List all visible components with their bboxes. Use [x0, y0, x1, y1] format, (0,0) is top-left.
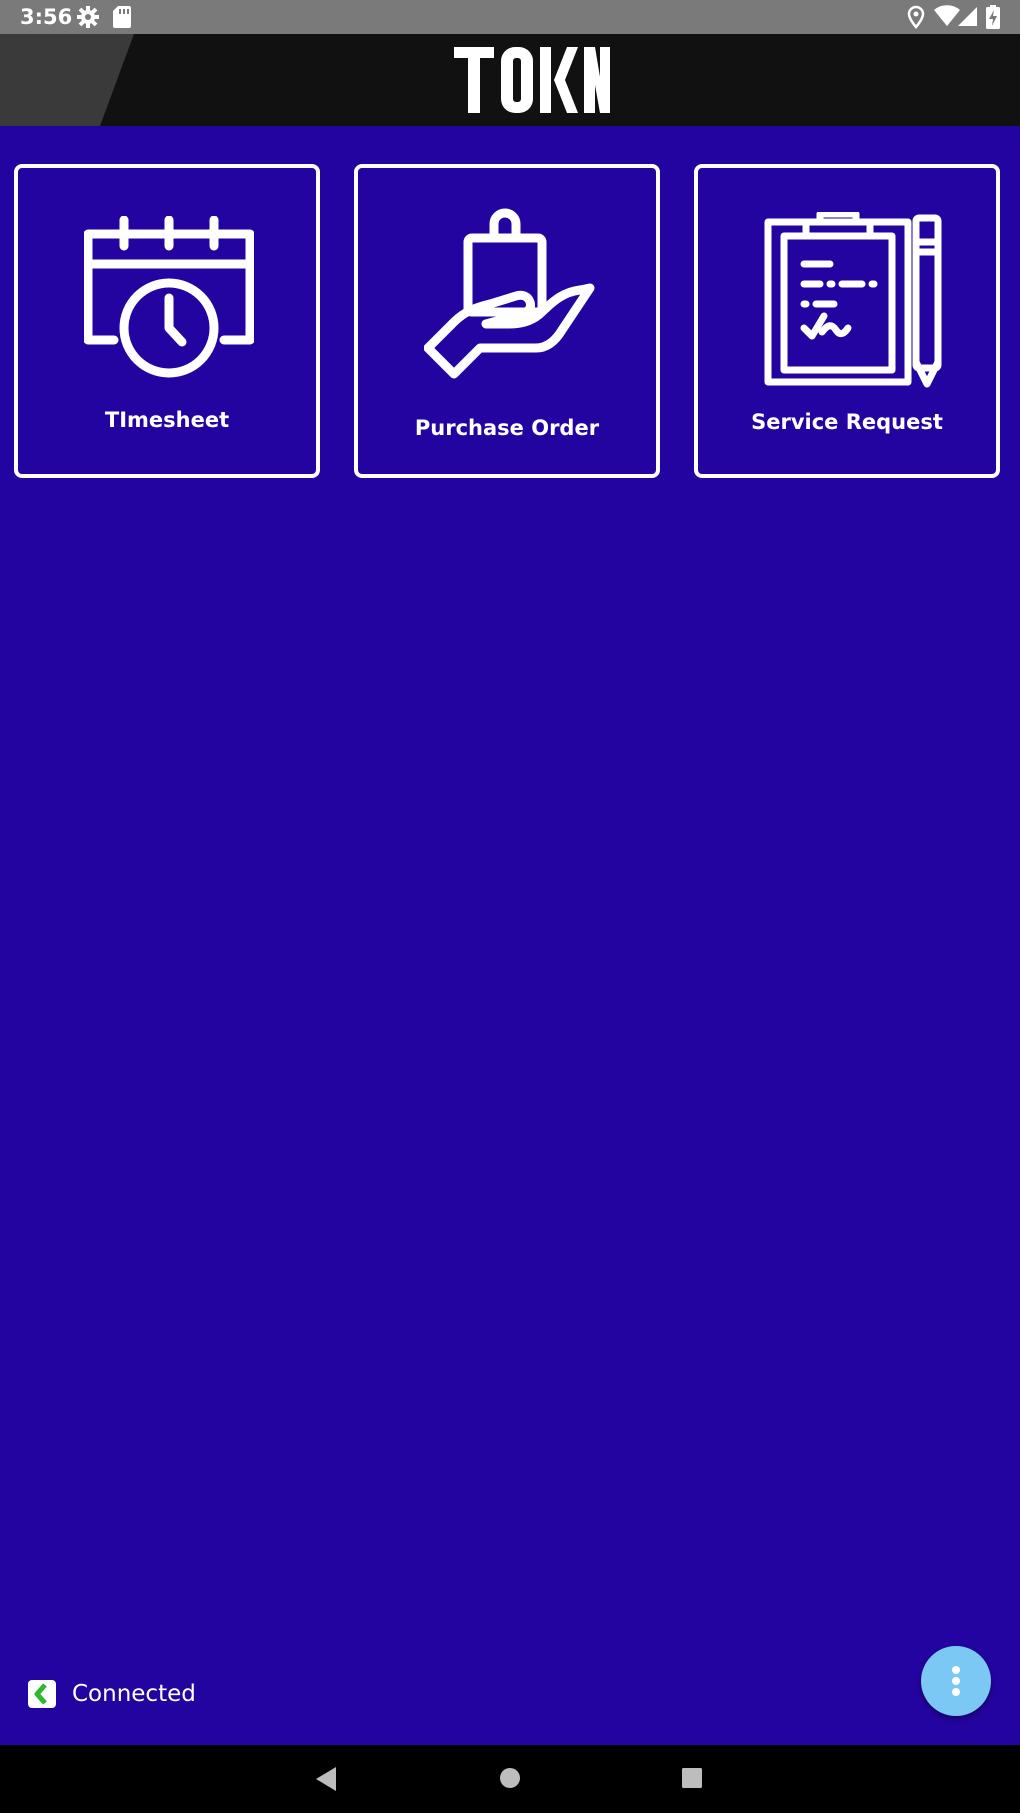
settings-icon [77, 6, 99, 28]
clipboard-pencil-icon [764, 212, 942, 388]
header-stripe [0, 34, 134, 126]
timesheet-label: TImesheet [104, 408, 230, 432]
navigation-bar [0, 1745, 1020, 1813]
connection-status: Connected [28, 1680, 196, 1708]
connection-status-icon [28, 1680, 56, 1708]
wifi-icon [934, 5, 960, 27]
service-request-label: Service Request [751, 410, 943, 434]
main-content: TImesheet Purchase Order Service Request [0, 126, 1020, 1745]
recents-icon[interactable] [681, 1767, 703, 1789]
tokn-logo [454, 47, 610, 113]
hand-shopping-bag-icon [424, 208, 595, 379]
location-icon [907, 5, 925, 29]
calendar-clock-icon [84, 216, 254, 378]
battery-charging-icon [986, 5, 1000, 29]
status-time: 3:56 [20, 5, 73, 29]
app-header [0, 34, 1020, 126]
purchase-order-tile[interactable]: Purchase Order [354, 164, 660, 478]
timesheet-tile[interactable]: TImesheet [14, 164, 320, 478]
home-icon[interactable] [498, 1766, 522, 1790]
more-options-button[interactable] [921, 1646, 991, 1716]
purchase-order-label: Purchase Order [414, 416, 600, 440]
connection-status-label: Connected [72, 1681, 196, 1707]
sd-card-icon [113, 6, 131, 28]
more-vertical-icon [952, 1666, 960, 1696]
signal-icon [958, 7, 977, 26]
back-icon[interactable] [314, 1765, 338, 1793]
service-request-tile[interactable]: Service Request [694, 164, 1000, 478]
status-bar: 3:56 [0, 0, 1020, 34]
